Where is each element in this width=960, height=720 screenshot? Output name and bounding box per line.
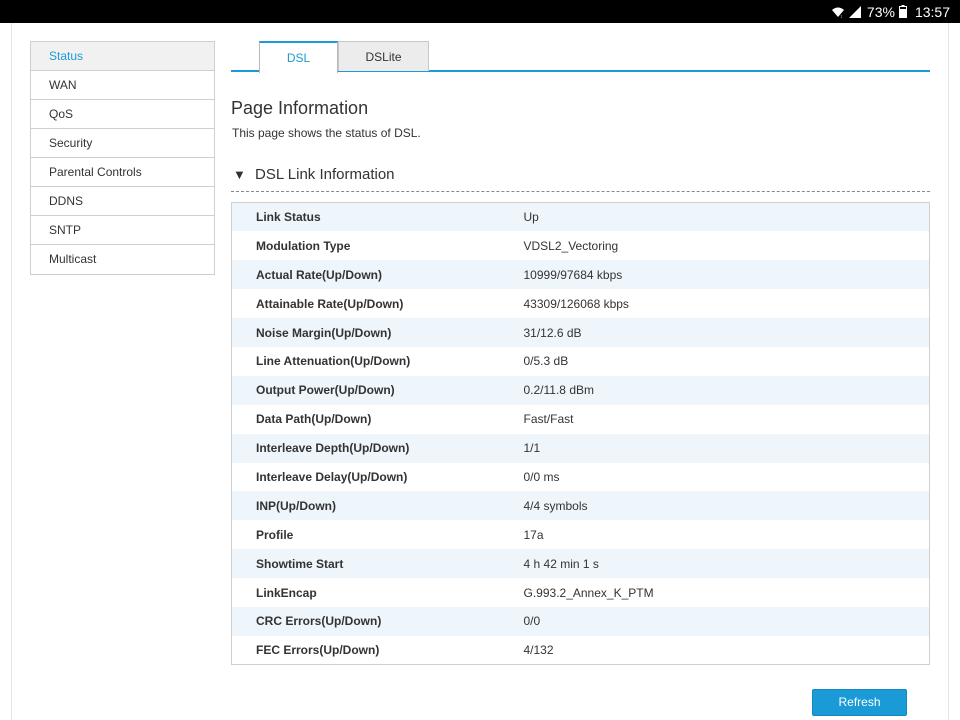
row-key: FEC Errors(Up/Down) xyxy=(231,635,500,665)
row-key: Interleave Delay(Up/Down) xyxy=(231,462,500,492)
table-row: Profile 17a xyxy=(231,520,930,550)
sidebar-item-sntp[interactable]: SNTP xyxy=(31,216,214,245)
table-row: Modulation Type VDSL2_Vectoring xyxy=(231,231,930,261)
table-row: Interleave Delay(Up/Down) 0/0 ms xyxy=(231,462,930,492)
row-key: Data Path(Up/Down) xyxy=(231,404,500,434)
signal-icon xyxy=(848,5,861,18)
row-value: 17a xyxy=(499,520,930,550)
row-key: Showtime Start xyxy=(231,549,500,579)
row-value: 4/4 symbols xyxy=(499,491,930,521)
sidebar-item-ddns[interactable]: DDNS xyxy=(31,187,214,216)
row-value: 43309/126068 kbps xyxy=(499,289,930,319)
sidebar-item-wan[interactable]: WAN xyxy=(31,71,214,100)
row-value: 31/12.6 dB xyxy=(499,318,930,347)
row-value: VDSL2_Vectoring xyxy=(499,231,930,261)
row-value: 0/5.3 dB xyxy=(499,346,930,376)
page-description: This page shows the status of DSL. xyxy=(232,126,421,140)
sidebar-item-parental-controls[interactable]: Parental Controls xyxy=(31,158,214,187)
row-key: Noise Margin(Up/Down) xyxy=(231,318,500,347)
table-row: Data Path(Up/Down) Fast/Fast xyxy=(231,404,930,434)
row-key: Actual Rate(Up/Down) xyxy=(231,260,500,290)
sidebar-item-multicast[interactable]: Multicast xyxy=(31,245,214,274)
android-status-bar: ↕ 73% 13:57 xyxy=(0,0,960,23)
page-title: Page Information xyxy=(231,98,369,118)
row-key: Line Attenuation(Up/Down) xyxy=(231,346,500,376)
table-row: CRC Errors(Up/Down) 0/0 xyxy=(231,606,930,636)
clock: 13:57 xyxy=(914,3,950,20)
row-value: 10999/97684 kbps xyxy=(499,260,930,290)
sidebar-item-status[interactable]: Status xyxy=(31,42,214,71)
row-value: Fast/Fast xyxy=(499,404,930,434)
wifi-icon: ↕ xyxy=(831,6,845,18)
dsl-link-info-table: Link Status Up Modulation Type VDSL2_Vecto… xyxy=(231,202,930,666)
sidebar-item-security[interactable]: Security xyxy=(31,129,214,158)
row-value: G.993.2_Annex_K_PTM xyxy=(499,578,930,607)
row-key: CRC Errors(Up/Down) xyxy=(231,606,500,636)
battery-icon xyxy=(898,5,907,18)
battery-percent: 73% xyxy=(866,3,895,20)
table-row: FEC Errors(Up/Down) 4/132 xyxy=(231,635,930,665)
sidebar: Status WAN QoS Security Parental Control… xyxy=(30,41,215,275)
row-key: INP(Up/Down) xyxy=(231,491,500,521)
table-row: LinkEncap G.993.2_Annex_K_PTM xyxy=(231,578,930,607)
row-key: Modulation Type xyxy=(231,231,500,261)
row-key: Profile xyxy=(231,520,500,550)
svg-text:↕: ↕ xyxy=(840,14,843,18)
table-row: Link Status Up xyxy=(231,202,930,232)
tab-bar: DSL DSLite xyxy=(231,41,930,73)
tab-dsl[interactable]: DSL xyxy=(259,41,338,73)
row-key: LinkEncap xyxy=(231,578,500,607)
sidebar-item-qos[interactable]: QoS xyxy=(31,100,214,129)
table-row: Interleave Depth(Up/Down) 1/1 xyxy=(231,433,930,463)
table-row: Output Power(Up/Down) 0.2/11.8 dBm xyxy=(231,375,930,405)
table-row: Noise Margin(Up/Down) 31/12.6 dB xyxy=(231,318,930,347)
row-value: 0/0 ms xyxy=(499,462,930,492)
row-value: 4 h 42 min 1 s xyxy=(499,549,930,579)
section-header-dsl-link-information[interactable]: ▼ DSL Link Information xyxy=(231,160,930,192)
row-key: Link Status xyxy=(231,202,500,232)
row-key: Attainable Rate(Up/Down) xyxy=(231,289,500,319)
tab-dslite[interactable]: DSLite xyxy=(338,41,429,71)
table-row: INP(Up/Down) 4/4 symbols xyxy=(231,491,930,521)
table-row: Showtime Start 4 h 42 min 1 s xyxy=(231,549,930,579)
table-row: Actual Rate(Up/Down) 10999/97684 kbps xyxy=(231,260,930,290)
table-row: Attainable Rate(Up/Down) 43309/126068 kbp… xyxy=(231,289,930,319)
row-key: Interleave Depth(Up/Down) xyxy=(231,433,500,463)
triangle-down-icon[interactable]: ▼ xyxy=(233,167,246,182)
row-value: 0/0 xyxy=(499,606,930,636)
table-row: Line Attenuation(Up/Down) 0/5.3 dB xyxy=(231,346,930,376)
row-value: Up xyxy=(499,202,930,232)
section-title: DSL Link Information xyxy=(255,166,395,183)
refresh-button[interactable]: Refresh xyxy=(812,689,907,716)
row-value: 0.2/11.8 dBm xyxy=(499,375,930,405)
row-key: Output Power(Up/Down) xyxy=(231,375,500,405)
row-value: 1/1 xyxy=(499,433,930,463)
row-value: 4/132 xyxy=(499,635,930,665)
